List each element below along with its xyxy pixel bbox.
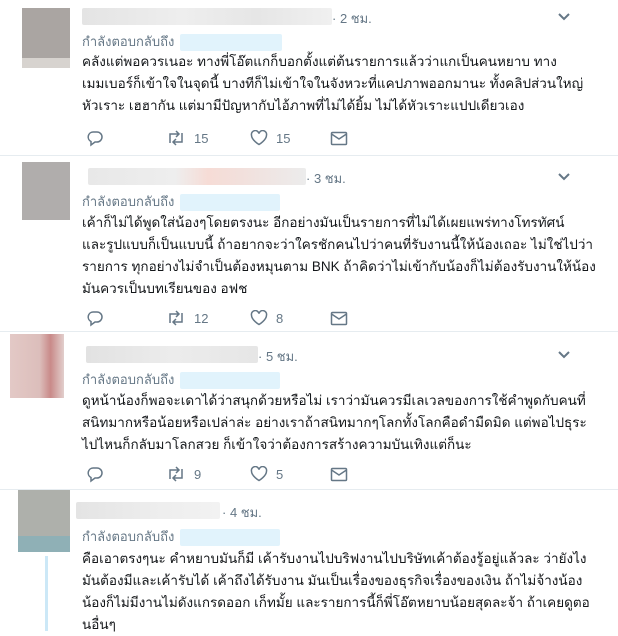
- tweet-text: เค้าก็ไม่ได้พูดใส่น้องๆโดยตรงนะ อีกอย่าง…: [82, 212, 596, 300]
- tweet-text-line: เมมเบอร์ก็เข้าใจในจุดนี้ บางทีก็ไม่เข้าใ…: [82, 76, 584, 91]
- like-count: 8: [276, 310, 284, 326]
- tweet-text-line: คลังแต่พอควรเนอะ ทางพี่โอ๊ตแกก็บอกตั้งแต…: [82, 54, 557, 69]
- like-button[interactable]: 15: [250, 128, 290, 148]
- avatar[interactable]: [22, 8, 70, 68]
- tweet-text-line: นอื่นๆ: [82, 617, 116, 632]
- tweet-text-line: ดูหน้าน้องก็พอจะเดาได้ว่าสนุกด้วยหรือไม่…: [82, 393, 586, 408]
- envelope-icon: [330, 131, 348, 145]
- mention-link[interactable]: [180, 372, 281, 390]
- like-button[interactable]: 8: [250, 308, 283, 328]
- tweet-actions: 9 5: [86, 464, 416, 484]
- mention-link[interactable]: [180, 529, 281, 547]
- reply-context: กำลังตอบกลับถึง: [82, 191, 281, 212]
- reply-context: กำลังตอบกลับถึง: [82, 369, 281, 390]
- thread-line: [45, 556, 48, 631]
- chevron-down-icon[interactable]: [556, 348, 572, 362]
- heart-icon: [250, 466, 268, 482]
- tweet-actions: 12 8: [86, 308, 416, 328]
- retweet-count: 9: [194, 466, 202, 482]
- reply-icon: [87, 467, 103, 483]
- tweet-header: · 4 ชม.: [76, 500, 602, 523]
- direct-message-button[interactable]: [330, 128, 348, 148]
- timestamp[interactable]: · 5 ชม.: [258, 346, 298, 367]
- tweet[interactable]: · 5 ชม. กำลังตอบกลับถึง ดูหน้าน้องก็พอจะ…: [0, 332, 618, 490]
- avatar[interactable]: [22, 162, 70, 220]
- timestamp[interactable]: · 4 ชม.: [222, 502, 262, 523]
- retweet-icon: [169, 466, 183, 482]
- display-name[interactable]: [88, 168, 306, 185]
- display-name[interactable]: [82, 8, 332, 25]
- tweet-actions: 15 15: [86, 128, 416, 148]
- reply-context: กำลังตอบกลับถึง: [82, 31, 283, 52]
- reply-button[interactable]: [86, 464, 104, 484]
- reply-label: กำลังตอบกลับถึง: [82, 194, 175, 209]
- avatar[interactable]: [18, 490, 70, 552]
- chevron-down-icon[interactable]: [556, 170, 572, 184]
- tweet-text: คลังแต่พอควรเนอะ ทางพี่โอ๊ตแกก็บอกตั้งแต…: [82, 51, 592, 117]
- mention-link[interactable]: [180, 34, 283, 52]
- tweet-text-line: มันควรเป็นบทเรียนของ อฟช: [82, 281, 248, 296]
- retweet-icon: [169, 130, 183, 146]
- tweet-text-line: ไปไหนก็กลับมาโลกสวย ก็เข้าใจว่าต้องการสร…: [82, 437, 472, 452]
- tweet[interactable]: · 3 ชม. กำลังตอบกลับถึง เค้าก็ไม่ได้พูดใ…: [0, 156, 618, 332]
- tweet-header: · 5 ชม.: [82, 344, 602, 364]
- reply-label: กำลังตอบกลับถึง: [82, 372, 175, 387]
- avatar[interactable]: [10, 334, 64, 398]
- tweet-text-line: คือเอาตรงๆนะ คำหยาบมันก็มี เค้ารับงานไปบ…: [82, 551, 587, 566]
- direct-message-button[interactable]: [330, 308, 348, 328]
- reply-button[interactable]: [86, 128, 104, 148]
- tweet[interactable]: · 4 ชม. กำลังตอบกลับถึง คือเอาตรงๆนะ คำห…: [0, 490, 618, 632]
- tweet-text: ดูหน้าน้องก็พอจะเดาได้ว่าสนุกด้วยหรือไม่…: [82, 390, 592, 456]
- timestamp[interactable]: · 3 ชม.: [306, 168, 346, 189]
- retweet-button[interactable]: 9: [166, 464, 201, 484]
- tweet-text-line: เค้าก็ไม่ได้พูดใส่น้องๆโดยตรงนะ อีกอย่าง…: [82, 215, 565, 230]
- retweet-count: 15: [194, 130, 209, 146]
- like-button[interactable]: 5: [250, 464, 283, 484]
- chevron-down-icon[interactable]: [556, 10, 572, 24]
- like-count: 5: [276, 466, 284, 482]
- tweet-text-line: มันต้องมีและเค้ารับได้ เค้าถึงได้รับงาน …: [82, 573, 583, 588]
- tweet-text-line: รายการ ทุกอย่างไม่จำเป็นต้องหมุนตาม BNK …: [82, 259, 596, 274]
- mention-link[interactable]: [180, 194, 281, 212]
- heart-icon: [250, 130, 268, 146]
- retweet-count: 12: [194, 310, 209, 326]
- reply-icon: [87, 131, 103, 147]
- display-name[interactable]: [86, 346, 258, 363]
- retweet-button[interactable]: 15: [166, 128, 208, 148]
- reply-label: กำลังตอบกลับถึง: [82, 34, 175, 49]
- tweet-text-line: น้องก็ไม่มีงานไม่ดังแกรดออก เก็ทมั้ย และ…: [82, 595, 590, 610]
- timestamp[interactable]: · 2 ชม.: [332, 8, 372, 29]
- tweet-text-line: สนิทมากหรือน้อยหรือเปล่าล่ะ อย่างเราถ้าส…: [82, 415, 587, 430]
- tweet-header: · 2 ชม.: [82, 6, 602, 26]
- tweet-text-line: หัวเราะ เฮฮากัน แต่มามีปัญหากับไอ้ภาพที่…: [82, 98, 525, 113]
- reply-button[interactable]: [86, 308, 104, 328]
- reply-context: กำลังตอบกลับถึง: [82, 526, 281, 547]
- reply-label: กำลังตอบกลับถึง: [82, 529, 175, 544]
- retweet-icon: [169, 310, 183, 326]
- heart-icon: [250, 310, 268, 326]
- envelope-icon: [330, 311, 348, 325]
- retweet-button[interactable]: 12: [166, 308, 208, 328]
- like-count: 15: [276, 130, 291, 146]
- tweet[interactable]: · 2 ชม. กำลังตอบกลับถึง คลังแต่พอควรเนอะ…: [0, 0, 618, 156]
- display-name[interactable]: [76, 502, 220, 519]
- reply-icon: [87, 311, 103, 327]
- direct-message-button[interactable]: [330, 464, 348, 484]
- tweet-text: คือเอาตรงๆนะ คำหยาบมันก็มี เค้ารับงานไปบ…: [82, 548, 592, 636]
- envelope-icon: [330, 467, 348, 481]
- tweet-text-line: และรูปแบบก็เป็นแบบนี้ ถ้าอยากจะว่าใครชัก…: [82, 237, 594, 252]
- tweet-header: · 3 ชม.: [82, 166, 602, 186]
